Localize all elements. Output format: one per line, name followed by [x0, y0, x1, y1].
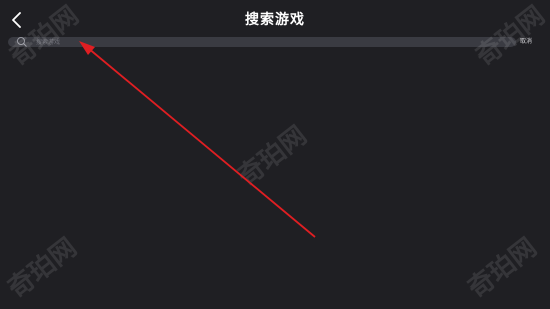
search-icon — [17, 37, 27, 47]
search-bar[interactable] — [8, 37, 516, 47]
page-title: 搜索游戏 — [245, 12, 305, 28]
search-game-screen: 搜索游戏 取消 奇珀网 奇珀网 奇珀网 奇珀网 奇珀网 — [0, 0, 550, 309]
watermark-text: 奇珀网 — [232, 120, 313, 193]
cancel-button[interactable]: 取消 — [520, 36, 532, 48]
watermark-text: 奇珀网 — [462, 232, 543, 305]
search-input[interactable] — [30, 37, 482, 47]
watermark-text: 奇珀网 — [2, 232, 83, 305]
